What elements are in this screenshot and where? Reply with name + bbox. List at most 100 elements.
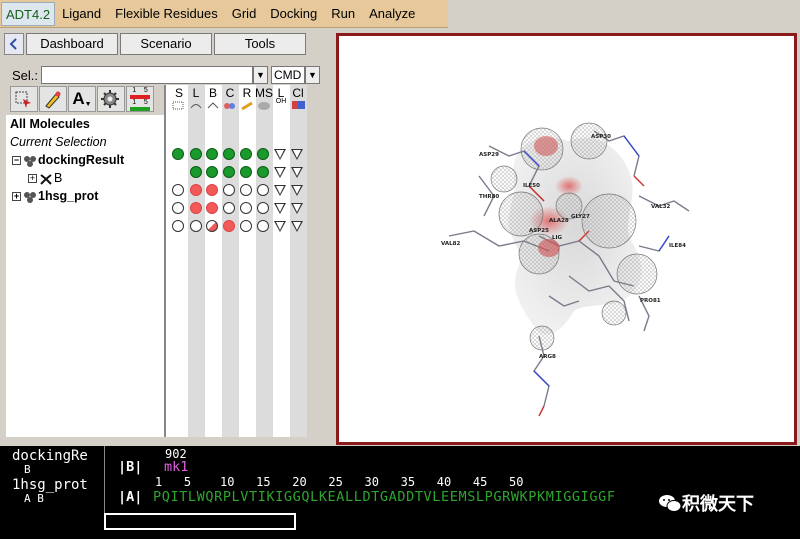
toggle-dock-b[interactable] [206,184,218,196]
toggle-all-b[interactable] [206,148,218,160]
select-tool-button[interactable] [10,86,38,112]
panel-tabs: Dashboard Scenario Tools [4,33,308,55]
tree-all-molecules[interactable]: All Molecules [10,115,90,133]
seq-mol-name[interactable]: 1hsg_prot [12,477,88,493]
toggle-all-ms[interactable] [257,148,269,160]
toggle-chainb-ms[interactable] [257,202,269,214]
col-header-b[interactable]: B [205,86,221,100]
bonds-column-icon [207,102,219,109]
collapse-icon[interactable]: − [12,156,21,166]
menu-sel-cl-triangle-icon[interactable] [291,167,303,178]
menubar: ADT4.2 Ligand Flexible Residues Grid Doc… [0,0,448,28]
menu-run[interactable]: Run [324,2,362,26]
toggle-prot-l[interactable] [190,220,202,232]
menu-sel-l-triangle-icon[interactable] [274,167,286,178]
menu-dock-cl-triangle-icon[interactable] [291,185,303,196]
toggle-all-c[interactable] [223,148,235,160]
toggle-dock-l[interactable] [190,184,202,196]
menu-chainb-cl-triangle-icon[interactable] [291,203,303,214]
toggle-chainb-r[interactable] [240,202,252,214]
menu-analyze[interactable]: Analyze [362,2,422,26]
menu-prot-cl-triangle-icon[interactable] [291,221,303,232]
toggle-sel-ms[interactable] [257,166,269,178]
toggle-sel-l[interactable] [190,166,202,178]
command-select[interactable]: CMD [271,66,306,84]
toggle-chainb-b[interactable] [206,202,218,214]
adt-window: ADT4.2 Ligand Flexible Residues Grid Doc… [0,0,800,539]
menu-prot-l-triangle-icon[interactable] [274,221,286,232]
toggle-dock-r[interactable] [240,184,252,196]
settings-tool-button[interactable] [97,86,125,112]
menu-docking[interactable]: Docking [263,2,324,26]
col-header-l[interactable]: L [188,86,204,100]
toggle-prot-ms[interactable] [257,220,269,232]
tree-item-dockingresult[interactable]: − dockingResult [12,151,124,169]
sequence-scrollbar[interactable] [104,513,296,530]
menu-dock-l-triangle-icon[interactable] [274,185,286,196]
command-dropdown-button[interactable]: ▼ [305,66,321,84]
toggle-prot-b[interactable] [206,220,218,232]
menu-flexible-residues[interactable]: Flexible Residues [108,2,225,26]
paint-tool-button[interactable] [39,86,67,112]
collapse-panel-button[interactable] [4,33,24,55]
numbering-bottom-label: 1 5 [132,99,148,107]
seq-mol-name[interactable]: dockingRe [12,448,88,464]
tree-item-1hsg-prot[interactable]: +1hsg_prot [12,187,98,205]
toggle-prot-c[interactable] [223,220,235,232]
col-header-c[interactable]: C [222,86,238,100]
toggle-all-l[interactable] [190,148,202,160]
menu-chainb-l-triangle-icon[interactable] [274,203,286,214]
select-column-icon [172,101,184,110]
label-tool-button[interactable]: A ▼ [68,86,96,112]
toggle-sel-b[interactable] [206,166,218,178]
toggle-sel-r[interactable] [240,166,252,178]
col-header-r[interactable]: R [239,86,255,100]
seq-ruler-main: 1 5 10 15 20 25 30 35 40 45 50 [155,475,524,489]
selection-dropdown-button[interactable]: ▼ [253,66,269,84]
menu-all-l-triangle-icon[interactable] [274,149,286,160]
seq-mol-chains: A B [24,492,44,505]
toggle-chainb-l[interactable] [190,202,202,214]
col-header-ms[interactable]: MS [254,86,274,100]
menu-all-cl-triangle-icon[interactable] [291,149,303,160]
selection-row: Sel.: ▼ CMD ▼ [12,66,321,84]
toggle-dock-c[interactable] [223,184,235,196]
menu-grid[interactable]: Grid [225,2,264,26]
seq-mol-chains: B [24,463,31,476]
toggle-dock-s[interactable] [172,184,184,196]
numbering-tool-button[interactable]: 1 5 1 5 [126,86,154,112]
numbering-top-label: 1 5 [132,87,148,94]
small-dropdown-icon: ▼ [84,100,92,108]
residue-label: ILE50 [523,183,540,189]
red-sphere-shade [534,136,558,156]
col-header-cl[interactable]: Cl [290,86,306,100]
expand-icon[interactable]: + [12,192,21,202]
toggle-dock-ms[interactable] [257,184,269,196]
tree-item-chain-b[interactable]: + B [28,169,62,187]
green-bars-icon [130,107,150,111]
toggle-chainb-s[interactable] [172,202,184,214]
ribbon-column-icon [241,101,253,111]
tab-dashboard[interactable]: Dashboard [26,33,118,55]
toggle-prot-s[interactable] [172,220,184,232]
selection-input[interactable] [41,66,254,84]
molecule-3d-viewer[interactable]: ASP29 ASP30 GLY27 ASP25 LIG ILE50 VAL32 … [336,33,797,445]
toggle-chainb-c[interactable] [223,202,235,214]
select-box-icon [15,91,31,108]
chain-b-sequence[interactable]: mk1 [164,459,188,475]
tab-tools[interactable]: Tools [214,33,306,55]
col-header-s[interactable]: S [171,86,187,100]
selection-label: Sel.: [12,67,39,83]
tree-current-selection[interactable]: Current Selection [10,133,107,151]
menu-ligand[interactable]: Ligand [55,2,108,26]
toggle-all-s[interactable] [172,148,184,160]
residue-label: GLY27 [571,214,590,220]
app-version-menu[interactable]: ADT4.2 [1,1,56,26]
tab-scenario[interactable]: Scenario [120,33,212,55]
toggle-prot-r[interactable] [240,220,252,232]
residue-label: ASP25 [529,228,549,234]
expand-icon[interactable]: + [28,174,37,184]
toggle-all-r[interactable] [240,148,252,160]
toggle-sel-c[interactable] [223,166,235,178]
residue-label: ARG8 [539,354,556,360]
